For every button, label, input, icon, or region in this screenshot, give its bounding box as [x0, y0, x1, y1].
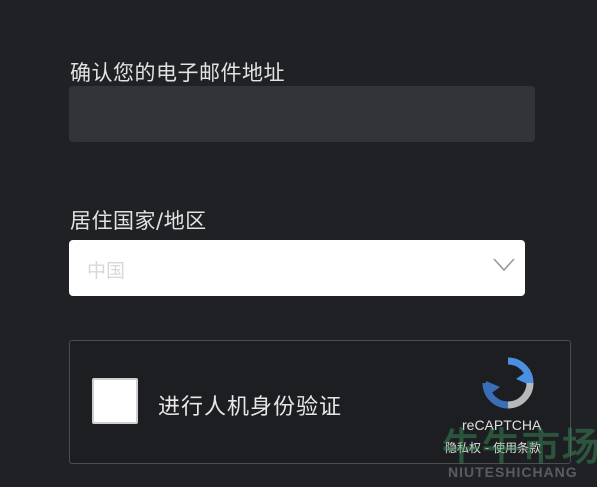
email-confirm-input[interactable] [69, 86, 535, 142]
chevron-down-icon [493, 258, 515, 272]
country-select[interactable]: 中国 [69, 240, 525, 296]
email-confirm-label: 确认您的电子邮件地址 [70, 61, 285, 85]
recaptcha-logo-icon [482, 357, 534, 409]
captcha-checkbox[interactable] [92, 378, 138, 424]
watermark-text: 牛牛市场 [442, 425, 597, 469]
country-label: 居住国家/地区 [70, 209, 207, 233]
watermark-subtext: NIUTESHICHANG [448, 464, 578, 480]
country-select-value: 中国 [87, 260, 126, 282]
captcha-prompt: 进行人机身份验证 [158, 395, 343, 420]
